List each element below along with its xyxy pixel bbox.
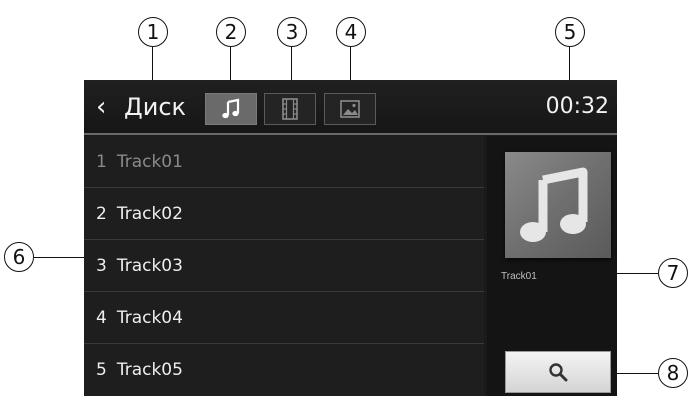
track-number: 2 bbox=[96, 203, 107, 224]
callout-3: 3 bbox=[277, 17, 307, 47]
track-number: 4 bbox=[96, 307, 107, 328]
track-row-4[interactable]: 4 Track04 bbox=[84, 292, 484, 344]
callout-6: 6 bbox=[4, 242, 34, 272]
now-playing-panel: Track01 bbox=[487, 136, 617, 396]
track-name: Track01 bbox=[116, 151, 183, 172]
album-cover bbox=[505, 152, 611, 258]
clock-display: 00:32 bbox=[545, 94, 609, 119]
track-number: 5 bbox=[96, 360, 107, 380]
player-screen: ‹ Диск 00:32 1 Track01 2 Track02 3 Track… bbox=[84, 80, 617, 396]
tab-video[interactable] bbox=[264, 93, 316, 125]
track-number: 1 bbox=[96, 151, 107, 172]
track-name: Track02 bbox=[116, 203, 183, 224]
track-row-5[interactable]: 5 Track05 bbox=[84, 344, 484, 396]
track-number: 3 bbox=[96, 255, 107, 276]
music-note-icon bbox=[222, 98, 240, 119]
image-icon bbox=[340, 100, 360, 118]
track-list[interactable]: 1 Track01 2 Track02 3 Track03 4 Track04 … bbox=[84, 136, 484, 396]
track-name: Track03 bbox=[116, 255, 183, 276]
callout-4: 4 bbox=[336, 17, 366, 47]
header-bar: ‹ Диск 00:32 bbox=[84, 80, 617, 135]
track-row-1[interactable]: 1 Track01 bbox=[84, 136, 484, 188]
track-name: Track04 bbox=[116, 307, 183, 328]
page-title: Диск bbox=[124, 93, 187, 121]
callout-8: 8 bbox=[658, 358, 688, 388]
tab-photo[interactable] bbox=[324, 93, 376, 125]
callout-7: 7 bbox=[658, 258, 688, 288]
search-icon bbox=[549, 363, 568, 382]
track-row-2[interactable]: 2 Track02 bbox=[84, 188, 484, 240]
track-row-3[interactable]: 3 Track03 bbox=[84, 240, 484, 292]
music-note-icon bbox=[520, 167, 588, 242]
header-divider bbox=[84, 133, 617, 135]
search-button[interactable] bbox=[505, 351, 611, 393]
track-name: Track05 bbox=[116, 360, 183, 380]
film-icon bbox=[282, 98, 298, 120]
callout-1: 1 bbox=[138, 17, 168, 47]
now-playing-title: Track01 bbox=[501, 271, 537, 282]
callout-2: 2 bbox=[216, 17, 246, 47]
chevron-left-icon[interactable]: ‹ bbox=[96, 94, 106, 120]
callout-5: 5 bbox=[555, 17, 585, 47]
tab-music[interactable] bbox=[205, 93, 257, 125]
